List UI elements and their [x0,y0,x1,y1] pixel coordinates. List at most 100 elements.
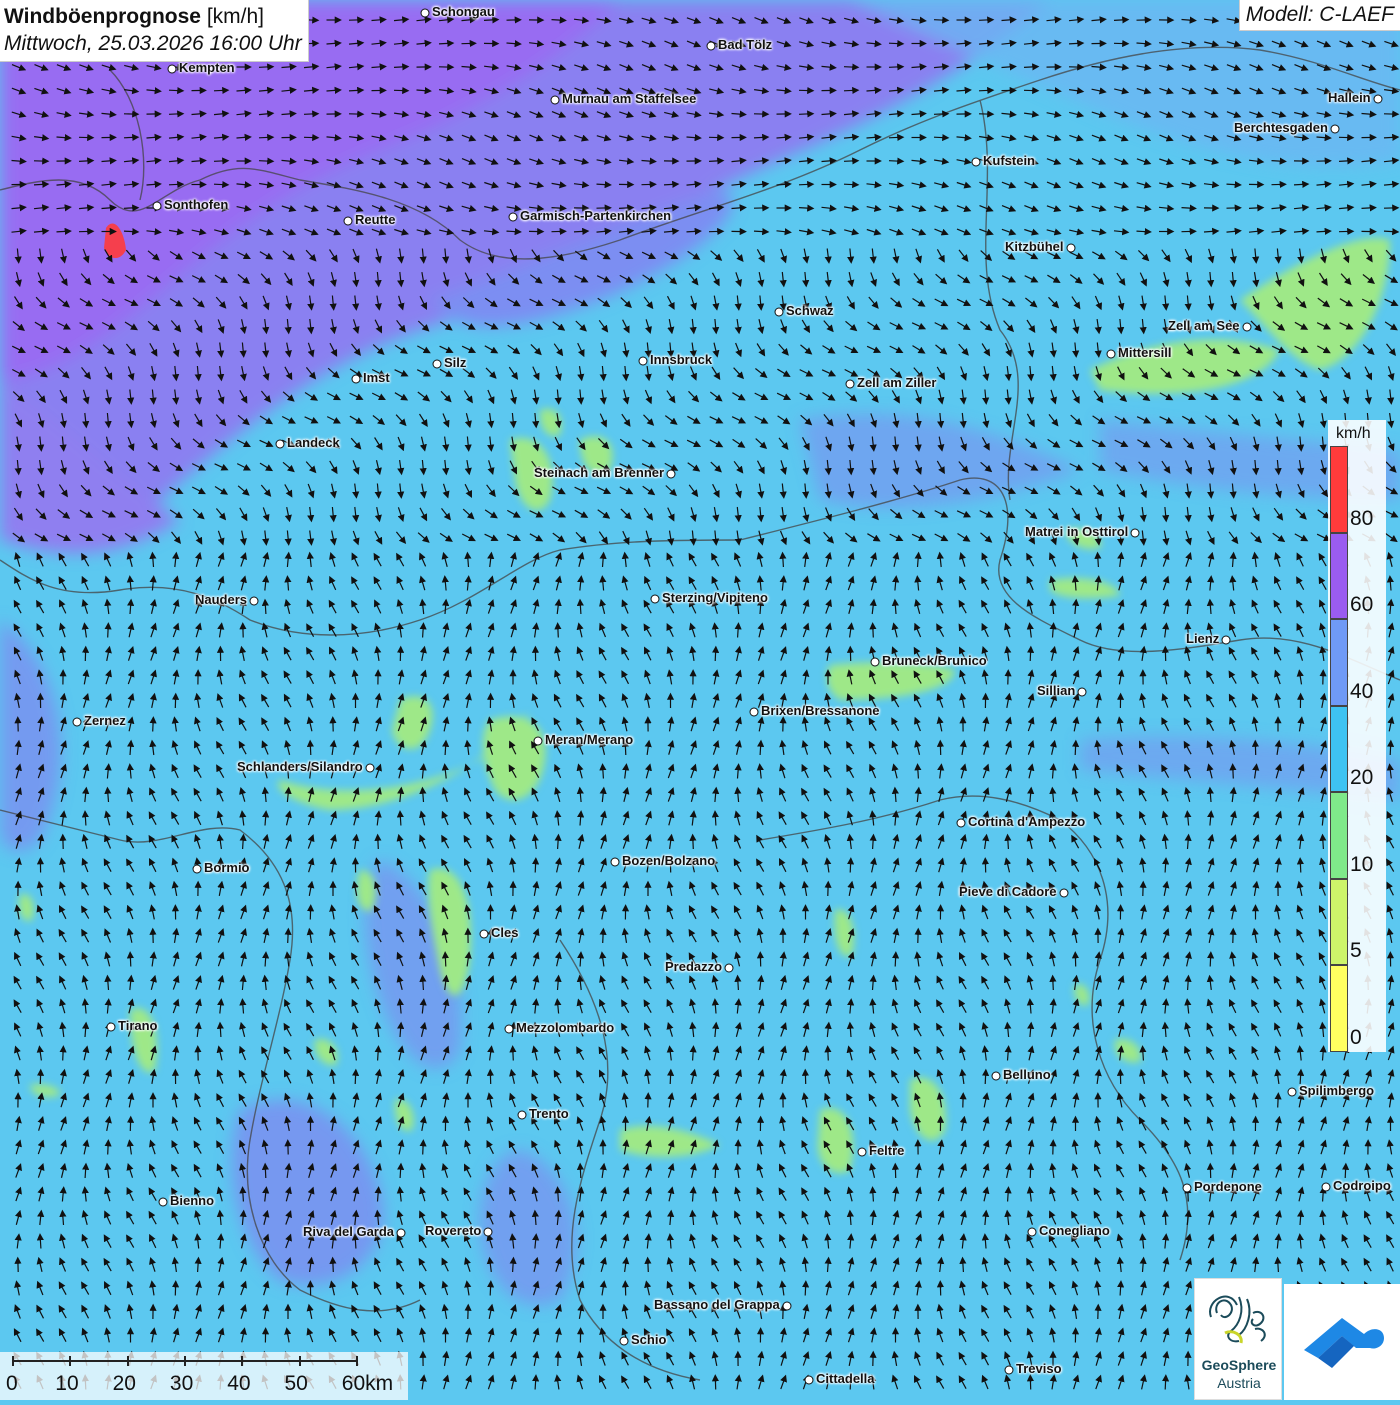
geosphere-logo-icon [1195,1283,1283,1359]
city-label: Berchtesgaden [1234,120,1328,135]
city-label: Bienno [170,1193,214,1208]
city-label: Landeck [287,435,340,450]
model-label: Modell: C-LAEF [1239,0,1400,31]
city-marker[interactable] [168,65,177,74]
city-marker[interactable] [107,1023,116,1032]
legend-swatch [1330,533,1348,620]
city-label: Sonthofen [164,197,228,212]
city-marker[interactable] [805,1376,814,1385]
wind-arrow [378,836,379,849]
wind-arrow [828,1048,829,1061]
city-marker[interactable] [1374,95,1383,104]
wind-arrow [394,67,407,68]
city-marker[interactable] [957,819,966,828]
city-label: Murnau am Staffelsee [562,91,696,106]
wind-arrow [34,184,47,185]
city-label: Steinach am Brenner [534,465,664,480]
wind-arrow [259,67,272,68]
city-marker[interactable] [518,1111,527,1120]
city-marker[interactable] [1028,1228,1037,1237]
city-marker[interactable] [73,718,82,727]
city-marker[interactable] [858,1148,867,1157]
wind-arrow [693,836,694,849]
wind-arrow [934,137,947,138]
city-marker[interactable] [783,1302,792,1311]
legend-swatch [1330,446,1348,533]
city-marker[interactable] [1078,688,1087,697]
city-marker[interactable] [725,964,734,973]
city-marker[interactable] [707,42,716,51]
scale-bar-label: 20 [113,1372,136,1396]
city-marker[interactable] [344,217,353,226]
wind-arrow [664,184,677,185]
city-marker[interactable] [433,360,442,369]
wind-arrow [513,1259,514,1272]
wind-arrow [1384,231,1397,232]
wind-arrow [1069,43,1082,44]
city-marker[interactable] [153,202,162,211]
city-marker[interactable] [1331,125,1340,134]
scale-bar-tick [69,1356,71,1366]
wind-arrow [963,1259,964,1272]
city-marker[interactable] [397,1229,406,1238]
wind-arrow [423,625,424,638]
legend-swatch [1330,965,1348,1052]
city-label: Innsbruck [650,352,712,367]
city-marker[interactable] [1107,350,1116,359]
wind-arrow [670,1071,671,1084]
city-label: Codroipo [1333,1178,1391,1193]
city-marker[interactable] [159,1198,168,1207]
city-marker[interactable] [484,1228,493,1237]
city-marker[interactable] [775,308,784,317]
city-marker[interactable] [551,96,560,105]
city-marker[interactable] [871,658,880,667]
city-marker[interactable] [667,470,676,479]
wind-arrow [423,1142,424,1155]
wind-arrow [169,184,182,185]
city-label: Matrei in Osttirol [1025,524,1128,539]
city-marker[interactable] [1067,244,1076,253]
wind-arrow [979,90,992,91]
wind-arrow [490,1283,491,1296]
city-marker[interactable] [1131,529,1140,538]
wind-arrow [259,137,272,138]
city-marker[interactable] [846,380,855,389]
city-marker[interactable] [1288,1088,1297,1097]
city-marker[interactable] [651,595,660,604]
wind-arrow [783,554,784,567]
city-marker[interactable] [1222,636,1231,645]
city-marker[interactable] [620,1337,629,1346]
geosphere-logo[interactable]: GeoSphere Austria [1194,1278,1282,1400]
city-marker[interactable] [421,9,430,18]
wind-arrow [310,742,311,755]
city-marker[interactable] [1183,1184,1192,1193]
city-marker[interactable] [505,1025,514,1034]
city-marker[interactable] [1243,323,1252,332]
city-marker[interactable] [992,1072,1001,1081]
city-marker[interactable] [509,213,518,222]
city-marker[interactable] [750,708,759,717]
city-label: Zell am Ziller [857,375,936,390]
city-label: Sterzing/Vipiteno [662,590,768,605]
scale-bar-tick [299,1356,301,1366]
city-label: Schwaz [786,303,834,318]
city-marker[interactable] [639,357,648,366]
city-marker[interactable] [611,858,620,867]
city-marker[interactable] [1005,1366,1014,1375]
city-marker[interactable] [1322,1183,1331,1192]
city-marker[interactable] [366,764,375,773]
city-marker[interactable] [534,737,543,746]
forecast-datetime: Mittwoch, 25.03.2026 16:00 Uhr [4,30,302,57]
city-marker[interactable] [250,597,259,606]
wind-arrow [754,231,767,232]
scale-bar-tick [241,1356,243,1366]
city-marker[interactable] [276,440,285,449]
partner-logo[interactable] [1284,1284,1400,1400]
wind-arrow [468,719,469,732]
city-marker[interactable] [480,930,489,939]
city-marker[interactable] [1060,889,1069,898]
city-marker[interactable] [193,865,202,874]
city-marker[interactable] [972,158,981,167]
wind-arrow [889,43,902,44]
city-marker[interactable] [352,375,361,384]
